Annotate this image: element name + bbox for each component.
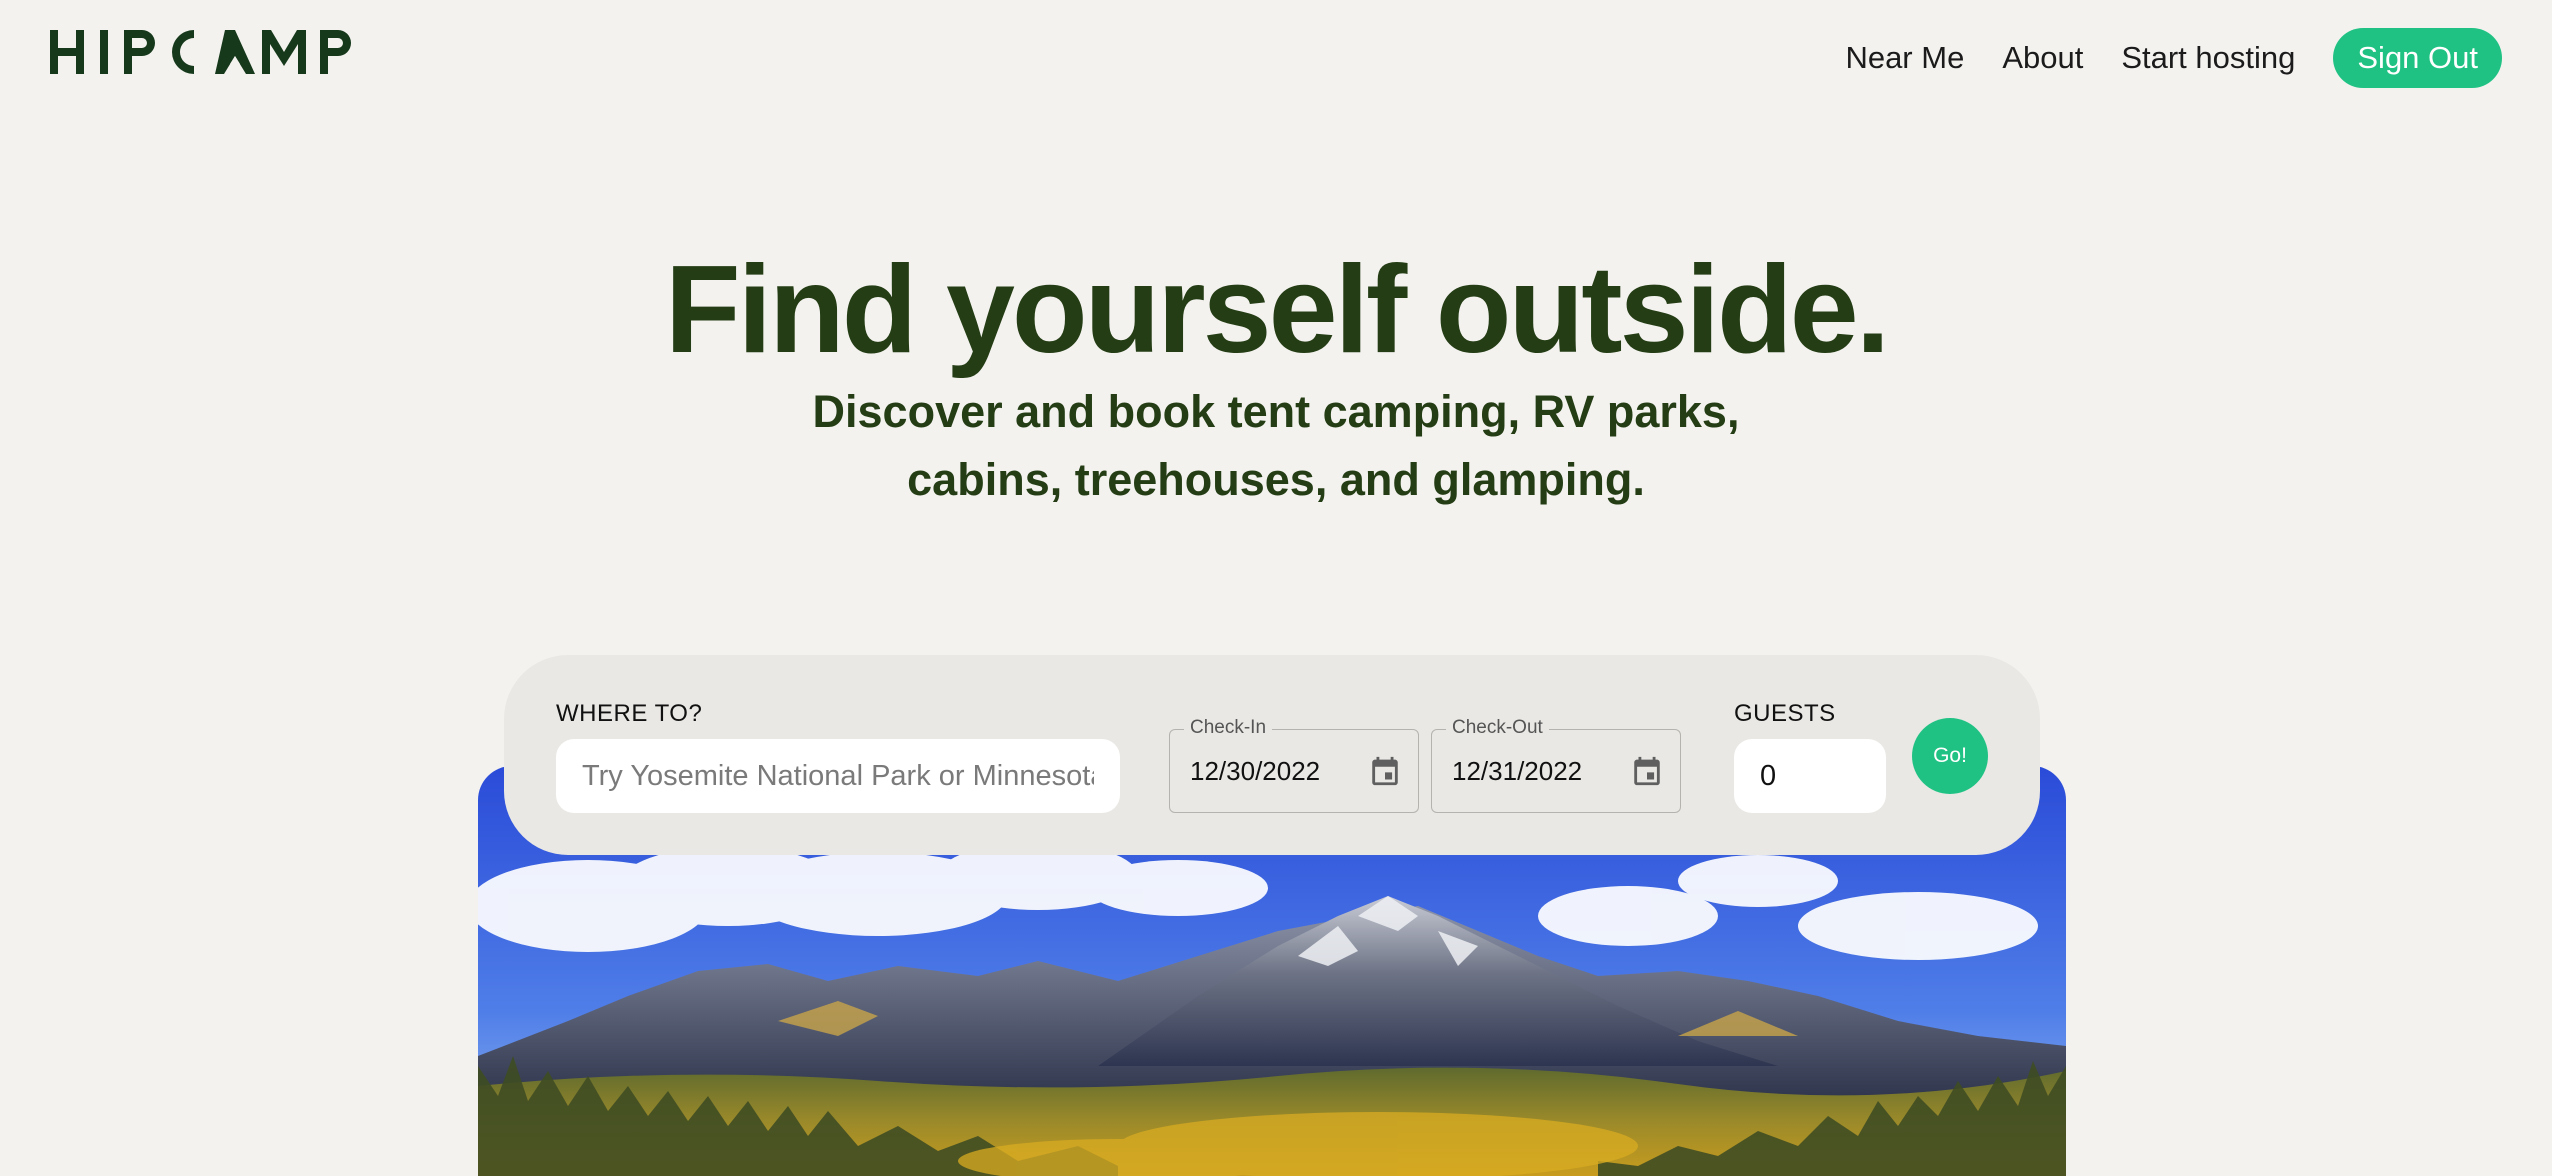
check-out-value: 12/31/2022 bbox=[1452, 756, 1583, 786]
nav-about[interactable]: About bbox=[2002, 40, 2083, 76]
calendar-icon[interactable] bbox=[1368, 754, 1402, 788]
nav-start-hosting[interactable]: Start hosting bbox=[2121, 40, 2295, 76]
where-to-label: WHERE TO? bbox=[556, 700, 703, 727]
go-button[interactable]: Go! bbox=[1912, 718, 1988, 794]
calendar-icon[interactable] bbox=[1630, 754, 1664, 788]
sign-out-button[interactable]: Sign Out bbox=[2333, 28, 2502, 88]
check-out-label: Check-Out bbox=[1446, 717, 1549, 739]
check-in-value: 12/30/2022 bbox=[1190, 756, 1321, 786]
search-bar: WHERE TO? Check-In 12/30/2022 Check-Out … bbox=[504, 655, 2040, 855]
hipcamp-logo[interactable] bbox=[48, 24, 368, 80]
guests-input[interactable] bbox=[1734, 739, 1886, 813]
guests-label: GUESTS bbox=[1734, 700, 1836, 727]
hipcamp-logo-mark bbox=[50, 30, 351, 74]
site-header: Near Me About Start hosting Sign Out bbox=[0, 0, 2552, 120]
check-out-field[interactable]: Check-Out 12/31/2022 bbox=[1431, 717, 1681, 813]
main-nav: Near Me About Start hosting Sign Out bbox=[1845, 28, 2502, 88]
check-in-label: Check-In bbox=[1184, 717, 1273, 739]
where-to-input[interactable] bbox=[556, 739, 1120, 813]
check-in-field[interactable]: Check-In 12/30/2022 bbox=[1169, 717, 1419, 813]
nav-near-me[interactable]: Near Me bbox=[1845, 40, 1964, 76]
hero-title: Find yourself outside. bbox=[664, 241, 1890, 379]
hero-subtitle: Discover and book tent camping, RV parks… bbox=[812, 386, 1740, 505]
